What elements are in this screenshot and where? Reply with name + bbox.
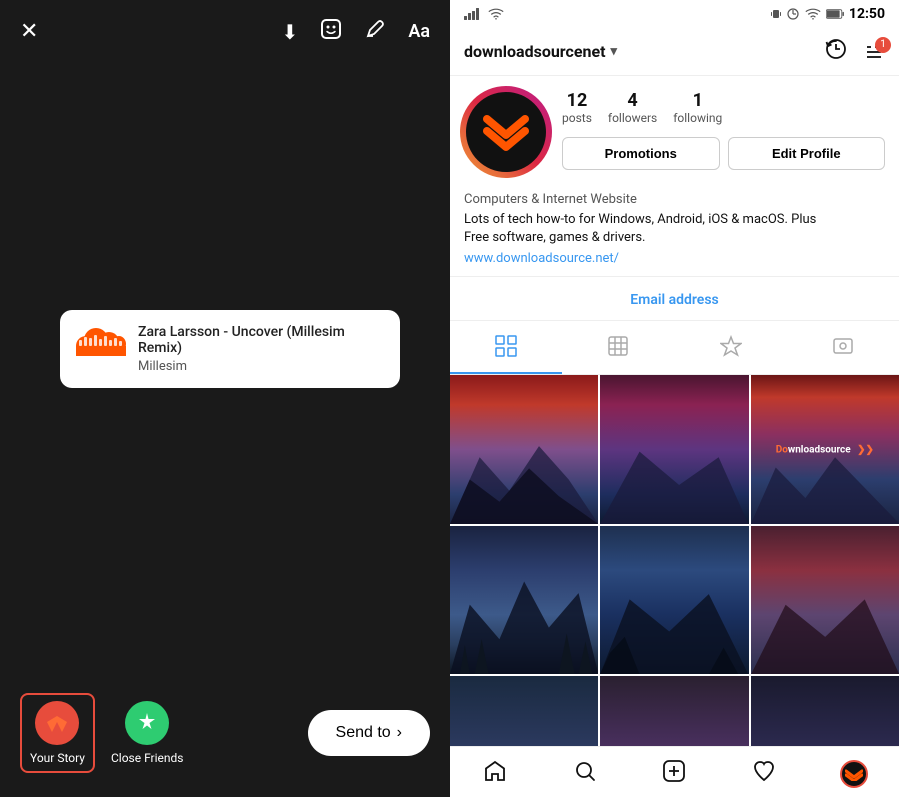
following-stat[interactable]: 1 following: [673, 90, 722, 125]
your-story-label: Your Story: [30, 751, 85, 765]
instagram-header: downloadsourcenet ▾ 1: [450, 28, 899, 76]
photo-grid-section: Downloadsource ❯❯: [450, 375, 899, 746]
your-story-avatar: [35, 701, 79, 745]
grid-cell-4[interactable]: [450, 526, 598, 674]
bio-category: Computers & Internet Website: [464, 192, 885, 207]
nav-heart[interactable]: [719, 759, 809, 789]
download-icon[interactable]: ⬇: [282, 20, 299, 44]
status-time: 12:50: [849, 6, 885, 22]
left-toolbar: ✕ ⬇ Aa: [0, 0, 450, 63]
bio-text: Lots of tech how-to for Windows, Android…: [464, 211, 885, 247]
posts-count: 12: [567, 90, 588, 111]
promotions-button[interactable]: Promotions: [562, 137, 720, 170]
close-friends-avatar: [125, 701, 169, 745]
status-right-icons: 12:50: [771, 6, 885, 22]
search-icon: [573, 759, 597, 789]
followers-label: followers: [608, 111, 657, 125]
sticker-icon[interactable]: [320, 18, 342, 45]
following-count: 1: [693, 90, 703, 111]
following-label: following: [673, 111, 722, 125]
tab-igtv[interactable]: [787, 325, 899, 374]
soundcloud-info: Zara Larsson - Uncover (Millesim Remix) …: [138, 324, 384, 374]
posts-label: posts: [562, 111, 592, 125]
profile-tabs: [450, 325, 899, 375]
grid-cell-6[interactable]: [751, 526, 899, 674]
tab-reels[interactable]: [562, 325, 674, 374]
username-text: downloadsourcenet: [464, 42, 606, 61]
left-panel: ✕ ⬇ Aa: [0, 0, 450, 797]
heart-icon: [752, 759, 776, 789]
profile-avatar[interactable]: [466, 92, 546, 172]
home-icon: [483, 759, 507, 789]
grid-cell-2[interactable]: [600, 375, 748, 523]
profile-section: 12 posts 4 followers 1 following Promoti…: [450, 76, 899, 188]
right-panel: 12:50 downloadsourcenet ▾: [450, 0, 899, 797]
followers-count: 4: [627, 90, 637, 111]
grid-cell-1[interactable]: [450, 375, 598, 523]
draw-icon[interactable]: [364, 18, 386, 45]
photo-grid: Downloadsource ❯❯: [450, 375, 899, 746]
toolbar-right-icons: ⬇ Aa: [282, 18, 430, 45]
tagged-tab-icon: [720, 335, 742, 362]
followers-stat[interactable]: 4 followers: [608, 90, 657, 125]
left-bottom-bar: Your Story Close Friends Send to ›: [0, 677, 450, 797]
grid-cell-3[interactable]: Downloadsource ❯❯: [751, 375, 899, 523]
tab-grid[interactable]: [450, 325, 562, 374]
close-friends-button[interactable]: Close Friends: [111, 701, 184, 765]
email-section: Email address: [450, 276, 899, 321]
send-to-button[interactable]: Send to ›: [308, 710, 430, 756]
reels-tab-icon: [607, 335, 629, 362]
soundcloud-title: Zara Larsson - Uncover (Millesim Remix): [138, 324, 384, 356]
grid-cell-5[interactable]: [600, 526, 748, 674]
nav-search[interactable]: [540, 759, 630, 789]
text-icon[interactable]: Aa: [408, 21, 430, 42]
grid-cell-8[interactable]: [600, 676, 748, 746]
nav-profile[interactable]: [809, 760, 899, 788]
grid-cell-9[interactable]: [751, 676, 899, 746]
profile-action-buttons: Promotions Edit Profile: [562, 137, 885, 170]
nav-home[interactable]: [450, 759, 540, 789]
tab-tagged[interactable]: [675, 325, 787, 374]
profile-icon: [840, 760, 868, 788]
close-icon[interactable]: ✕: [20, 19, 38, 44]
email-address-button[interactable]: Email address: [630, 292, 718, 308]
grid-cell-7[interactable]: [450, 676, 598, 746]
profile-avatar-container: [464, 90, 548, 174]
status-left-icons: [464, 8, 771, 20]
your-story-button[interactable]: Your Story: [20, 693, 95, 773]
igtv-tab-icon: [832, 335, 854, 362]
soundcloud-artist: Millesim: [138, 359, 384, 374]
notification-badge-count: 1: [875, 37, 891, 53]
bio-link[interactable]: www.downloadsource.net/: [464, 251, 885, 266]
soundcloud-card[interactable]: Zara Larsson - Uncover (Millesim Remix) …: [60, 310, 400, 388]
username-area[interactable]: downloadsourcenet ▾: [464, 42, 825, 61]
edit-profile-button[interactable]: Edit Profile: [728, 137, 886, 170]
history-icon[interactable]: [825, 38, 847, 65]
profile-stats: 12 posts 4 followers 1 following Promoti…: [562, 90, 885, 170]
send-to-arrow: ›: [397, 724, 402, 742]
notification-icon[interactable]: 1: [863, 41, 885, 63]
dropdown-icon: ▾: [611, 44, 618, 59]
grid-tab-icon: [495, 335, 517, 362]
status-bar: 12:50: [450, 0, 899, 28]
soundcloud-icon: [76, 324, 126, 363]
header-right-icons: 1: [825, 38, 885, 65]
close-friends-label: Close Friends: [111, 751, 184, 765]
posts-stat: 12 posts: [562, 90, 592, 125]
send-to-label: Send to: [336, 724, 391, 742]
bio-section: Computers & Internet Website Lots of tec…: [450, 188, 899, 276]
stats-row: 12 posts 4 followers 1 following: [562, 90, 885, 125]
nav-add[interactable]: [630, 759, 720, 789]
add-icon: [662, 759, 686, 789]
bottom-navigation: [450, 746, 899, 797]
